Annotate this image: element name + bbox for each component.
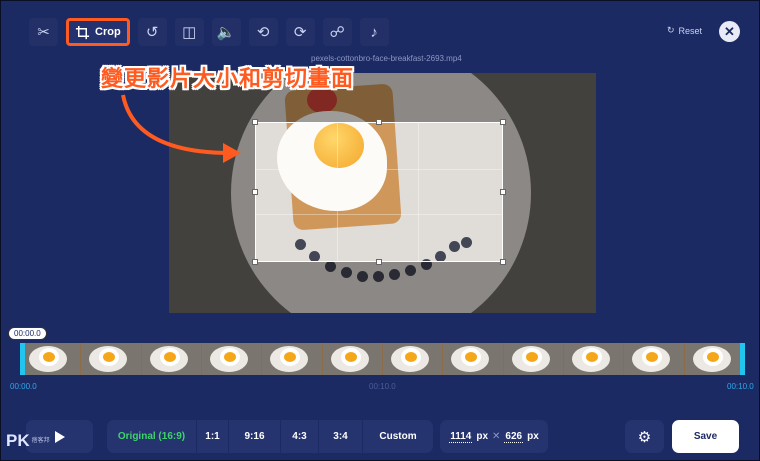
ratio-original[interactable]: Original (16:9) — [107, 420, 197, 453]
scissors-icon[interactable]: ✂ — [29, 18, 58, 46]
top-toolbar: ✂ Crop ↺ ◫ 🔈 ⟲ ⟳ ☍ ♪ — [29, 18, 389, 46]
timeline-thumbnail — [322, 343, 383, 375]
volume-icon[interactable]: 🔈 — [212, 18, 241, 46]
aspect-ratio-group: Original (16:9) 1:1 9:16 4:3 3:4 Custom — [107, 420, 433, 453]
trim-handle-end[interactable] — [740, 343, 745, 375]
reset-button[interactable]: ↻ Reset — [667, 25, 702, 36]
grid-line — [256, 214, 502, 216]
crop-handle-bottom-left[interactable] — [252, 259, 258, 265]
crop-handle-right[interactable] — [500, 189, 506, 195]
playhead-time: 00:00.0 — [8, 327, 47, 340]
reset-icon: ↻ — [667, 25, 675, 35]
grid-line — [256, 168, 502, 170]
ratio-4-3[interactable]: 4:3 — [281, 420, 319, 453]
rotate-icon[interactable]: ↺ — [138, 18, 167, 46]
width-input[interactable]: 1114 — [449, 431, 473, 443]
crop-icon — [75, 25, 90, 39]
close-button[interactable]: ✕ — [719, 21, 740, 42]
berry — [341, 267, 352, 278]
grid-line — [337, 123, 339, 261]
crop-handle-left[interactable] — [252, 189, 258, 195]
crop-handle-bottom-right[interactable] — [500, 259, 506, 265]
berry — [373, 271, 384, 282]
berry — [357, 271, 368, 282]
timeline-thumbnail — [81, 343, 142, 375]
timeline-thumbnail — [624, 343, 685, 375]
timeline-thumbnail — [503, 343, 564, 375]
berry — [325, 261, 336, 272]
timeline-thumbnail — [141, 343, 202, 375]
loop-icon[interactable]: ⟳ — [286, 18, 315, 46]
watermark-brand: PK — [6, 431, 30, 450]
grid-line — [418, 123, 420, 261]
ratio-9-16[interactable]: 9:16 — [229, 420, 281, 453]
width-unit: px — [476, 431, 489, 442]
height-input[interactable]: 626 — [504, 431, 524, 443]
ratio-3-4[interactable]: 3:4 — [319, 420, 363, 453]
dimensions-group: 1114 px ✕ 626 px — [440, 420, 548, 453]
ratio-custom[interactable]: Custom — [363, 420, 433, 453]
crop-handle-top-left[interactable] — [252, 119, 258, 125]
play-icon — [54, 430, 65, 443]
watermark: PK 痞客邦 — [6, 431, 50, 451]
remove-audio-icon[interactable]: ♪ — [360, 18, 389, 46]
watermark-sub: 痞客邦 — [31, 437, 50, 444]
crop-handle-top-right[interactable] — [500, 119, 506, 125]
timeline-thumbnail — [21, 343, 82, 375]
crop-selection[interactable] — [252, 119, 506, 265]
stabilize-icon[interactable]: ☍ — [323, 18, 352, 46]
timeline-thumbnail — [563, 343, 625, 375]
berry — [389, 269, 400, 280]
crop-button[interactable]: Crop — [66, 18, 130, 46]
app-window: ✂ Crop ↺ ◫ 🔈 ⟲ ⟳ ☍ ♪ ↻ Reset ✕ pexels-co… — [0, 0, 760, 461]
save-button[interactable]: Save — [672, 420, 739, 453]
flip-icon[interactable]: ◫ — [175, 18, 204, 46]
trim-start-time: 00:00.0 — [10, 382, 37, 391]
crop-handle-bottom[interactable] — [376, 259, 382, 265]
ratio-1-1[interactable]: 1:1 — [197, 420, 229, 453]
crop-handle-top[interactable] — [376, 119, 382, 125]
annotation-arrow — [121, 94, 241, 163]
timeline-track[interactable] — [21, 343, 745, 375]
timeline-thumbnail — [382, 343, 444, 375]
timeline-mid-time: 00:10.0 — [369, 382, 396, 391]
timeline-thumbnail — [443, 343, 504, 375]
gear-icon: ⚙ — [637, 428, 652, 446]
times-icon: ✕ — [492, 431, 501, 442]
timeline-thumbnail — [262, 343, 323, 375]
height-unit: px — [527, 431, 539, 442]
trim-handle-start[interactable] — [20, 343, 25, 375]
timeline-thumbnail — [201, 343, 263, 375]
berry — [405, 265, 416, 276]
trim-end-time: 00:10.0 — [727, 382, 754, 391]
crop-label: Crop — [95, 26, 121, 38]
reset-label: Reset — [678, 25, 703, 36]
annotation-title: 變更影片大小和剪切畫面 — [101, 66, 355, 91]
settings-button[interactable]: ⚙ — [625, 420, 664, 453]
speed-icon[interactable]: ⟲ — [249, 18, 278, 46]
timeline-thumbnail — [684, 343, 745, 375]
